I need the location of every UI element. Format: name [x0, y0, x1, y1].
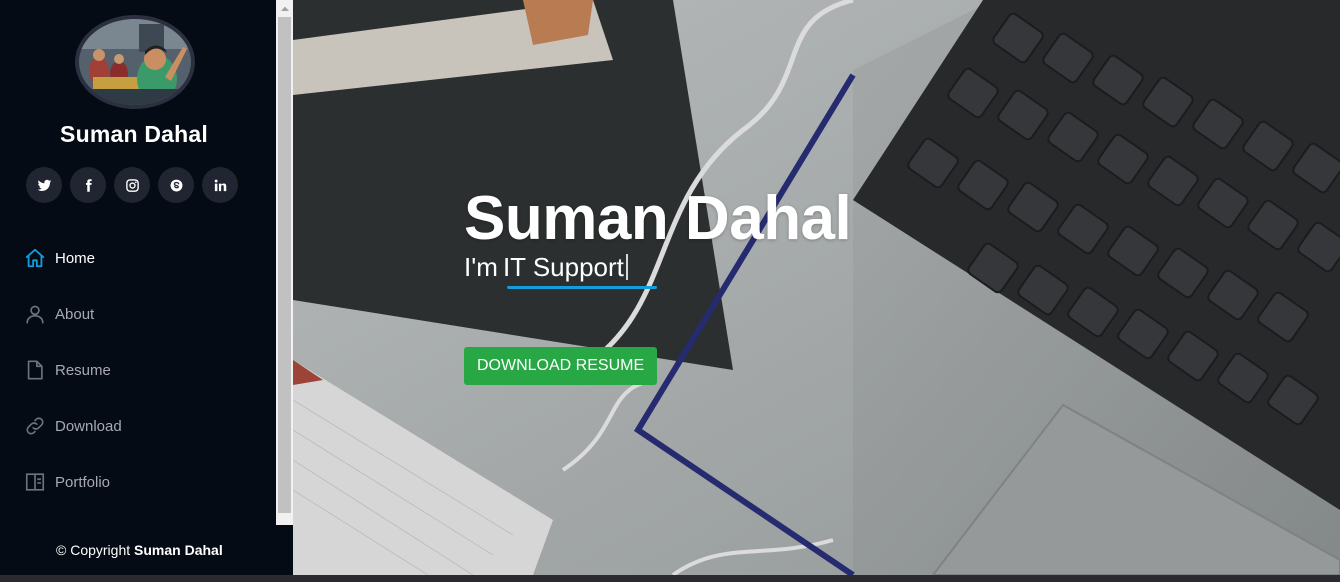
- nav-item-download[interactable]: Download: [24, 408, 264, 464]
- scrollbar-thumb[interactable]: [278, 17, 291, 513]
- hero-section: Suman Dahal I'm IT Support DOWNLOAD RESU…: [293, 0, 1340, 575]
- hero-subtitle-prefix: I'm: [464, 252, 498, 282]
- window-bottom-bar: [0, 575, 1340, 582]
- document-icon: [24, 359, 46, 381]
- skype-icon: [170, 179, 182, 191]
- social-links: [26, 167, 238, 203]
- copyright-name: Suman Dahal: [134, 542, 223, 558]
- nav-item-label: Portfolio: [55, 474, 111, 491]
- copyright-prefix: © Copyright: [56, 542, 131, 558]
- hero-subtitle: I'm IT Support: [464, 252, 851, 292]
- twitter-icon: [37, 179, 51, 191]
- profile-photo: [79, 19, 191, 105]
- user-icon: [24, 303, 46, 325]
- nav-item-about[interactable]: About: [24, 296, 264, 352]
- nav-item-resume[interactable]: Resume: [24, 352, 264, 408]
- linkedin-icon: [214, 179, 226, 191]
- sidebar-scrollbar[interactable]: [276, 0, 293, 525]
- nav-item-home[interactable]: Home: [24, 240, 264, 296]
- nav-item-label: Home: [55, 250, 96, 267]
- link-icon: [24, 415, 46, 437]
- facebook-icon: [85, 178, 92, 192]
- hero-typed-text: IT Support: [502, 252, 624, 282]
- home-icon: [24, 247, 46, 269]
- nav-item-label: Resume: [55, 362, 111, 379]
- instagram-link[interactable]: [114, 167, 150, 203]
- twitter-link[interactable]: [26, 167, 62, 203]
- nav-item-label: About: [55, 306, 95, 323]
- typing-cursor: [625, 254, 628, 280]
- facebook-link[interactable]: [70, 167, 106, 203]
- avatar: [75, 15, 195, 109]
- sidebar: Suman Dahal Home About Resume Download P…: [0, 0, 276, 575]
- profile-name: Suman Dahal: [60, 121, 208, 147]
- copyright: © Copyright Suman Dahal: [56, 542, 223, 558]
- layout-icon: [24, 471, 46, 493]
- skype-link[interactable]: [158, 167, 194, 203]
- scroll-up-arrow-icon[interactable]: [276, 0, 293, 17]
- instagram-icon: [125, 178, 139, 192]
- nav-item-label: Download: [55, 418, 122, 435]
- nav-item-portfolio[interactable]: Portfolio: [24, 464, 264, 520]
- hero-title: Suman Dahal: [464, 184, 852, 253]
- nav-menu: Home About Resume Download Portfolio: [24, 240, 264, 520]
- linkedin-link[interactable]: [202, 167, 238, 203]
- hero-content: Suman Dahal I'm IT Support DOWNLOAD RESU…: [464, 183, 852, 385]
- typed-underline: [507, 286, 657, 289]
- download-resume-button[interactable]: DOWNLOAD RESUME: [464, 347, 658, 385]
